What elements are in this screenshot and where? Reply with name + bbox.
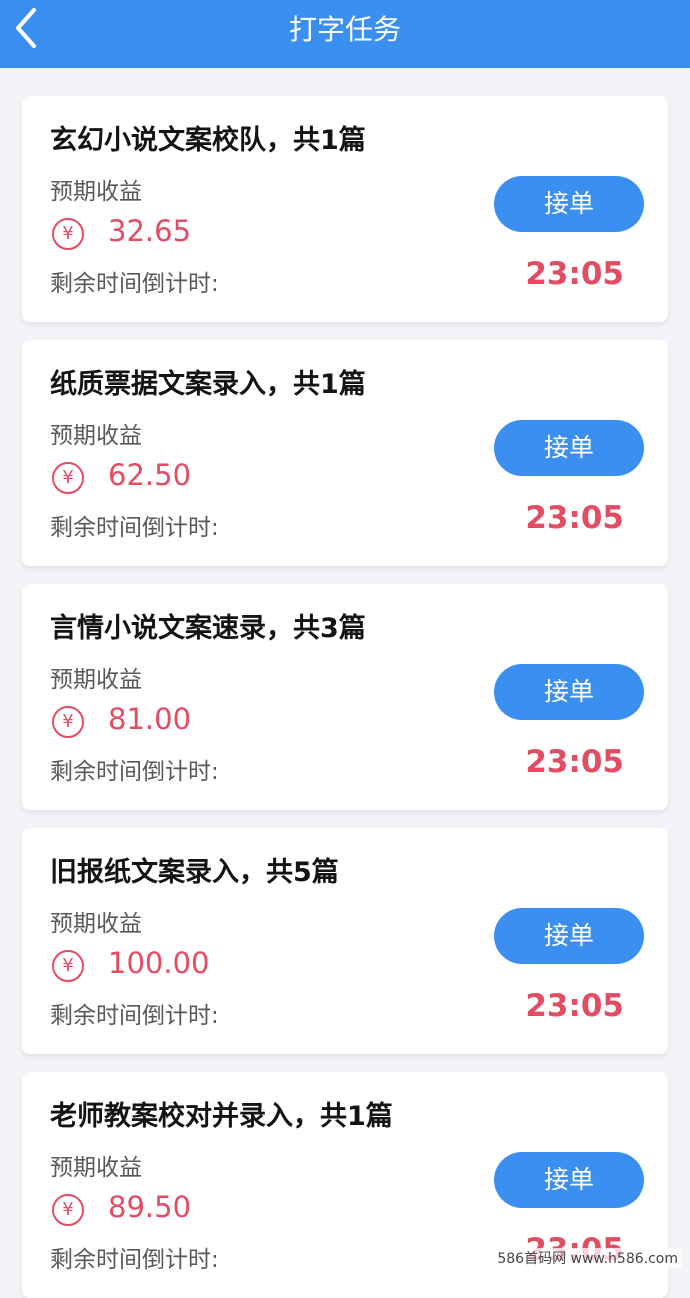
countdown-timer: 23:05 [525, 256, 624, 292]
accept-order-button[interactable]: 接单 [494, 176, 644, 232]
page-title: 打字任务 [288, 13, 401, 46]
task-title: 纸质票据文案录入，共1篇 [50, 369, 366, 400]
yen-icon: ¥ [52, 950, 84, 982]
task-card: 言情小说文案速录，共3篇 预期收益 ¥ 81.00 剩余时间倒计时: 接单 23… [22, 584, 668, 810]
accept-order-button[interactable]: 接单 [494, 420, 644, 476]
task-card: 纸质票据文案录入，共1篇 预期收益 ¥ 62.50 剩余时间倒计时: 接单 23… [22, 340, 668, 566]
accept-order-button[interactable]: 接单 [494, 908, 644, 964]
expected-income-label: 预期收益 [50, 1155, 142, 1181]
task-card: 旧报纸文案录入，共5篇 预期收益 ¥ 100.00 剩余时间倒计时: 接单 23… [22, 828, 668, 1054]
accept-order-button[interactable]: 接单 [494, 664, 644, 720]
task-card: 玄幻小说文案校队，共1篇 预期收益 ¥ 32.65 剩余时间倒计时: 接单 23… [22, 96, 668, 322]
task-title: 老师教案校对并录入，共1篇 [50, 1101, 393, 1132]
countdown-timer: 23:05 [525, 744, 624, 780]
accept-order-button[interactable]: 接单 [494, 1152, 644, 1208]
countdown-label: 剩余时间倒计时: [50, 271, 219, 297]
yen-icon: ¥ [52, 1194, 84, 1226]
expected-income-label: 预期收益 [50, 911, 142, 937]
countdown-label: 剩余时间倒计时: [50, 1247, 219, 1273]
yen-icon: ¥ [52, 706, 84, 738]
task-title: 旧报纸文案录入，共5篇 [50, 857, 339, 888]
expected-income-label: 预期收益 [50, 667, 142, 693]
income-amount: 100.00 [108, 946, 210, 980]
countdown-label: 剩余时间倒计时: [50, 1003, 219, 1029]
income-amount: 81.00 [108, 702, 192, 736]
task-title: 玄幻小说文案校队，共1篇 [50, 125, 366, 156]
yen-icon: ¥ [52, 462, 84, 494]
site-watermark: 586首码网 www.h586.com [493, 1248, 682, 1268]
yen-icon: ¥ [52, 218, 84, 250]
countdown-timer: 23:05 [525, 500, 624, 536]
task-title: 言情小说文案速录，共3篇 [50, 613, 366, 644]
expected-income-label: 预期收益 [50, 179, 142, 205]
expected-income-label: 预期收益 [50, 423, 142, 449]
countdown-timer: 23:05 [525, 988, 624, 1024]
income-amount: 89.50 [108, 1190, 192, 1224]
income-amount: 32.65 [108, 214, 192, 248]
countdown-label: 剩余时间倒计时: [50, 759, 219, 785]
app-header: 打字任务 [0, 0, 690, 68]
countdown-label: 剩余时间倒计时: [50, 515, 219, 541]
income-amount: 62.50 [108, 458, 192, 492]
